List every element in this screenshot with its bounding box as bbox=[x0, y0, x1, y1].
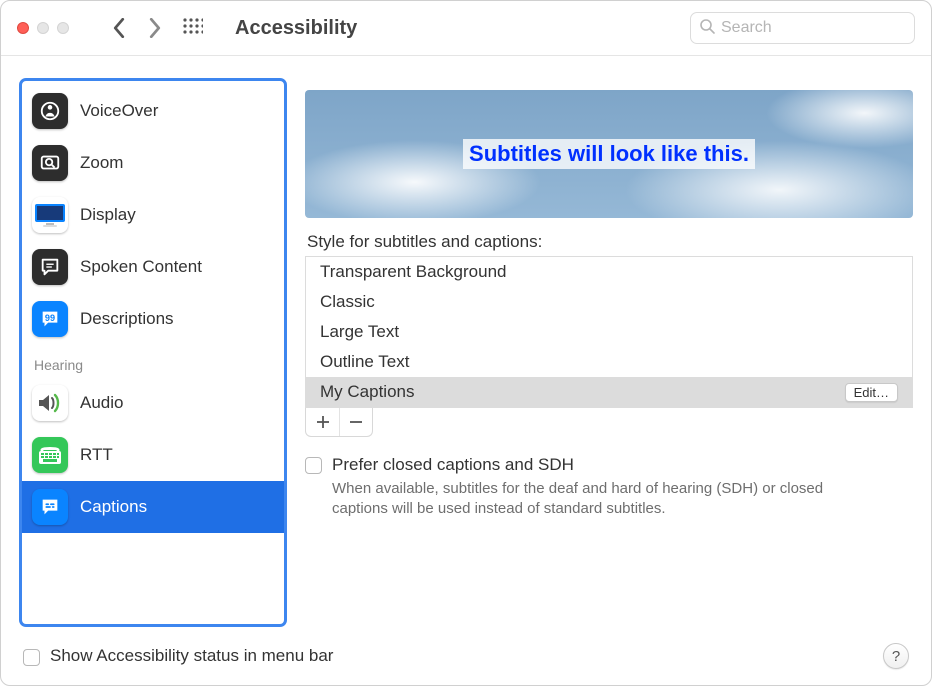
page-title: Accessibility bbox=[235, 17, 357, 40]
style-row[interactable]: Transparent Background bbox=[306, 257, 912, 287]
sidebar: VoiceOver Zoom Display Spoken Content 99… bbox=[19, 78, 287, 627]
show-status-label[interactable]: Show Accessibility status in menu bar bbox=[50, 646, 333, 666]
titlebar: Accessibility bbox=[1, 1, 931, 56]
window-controls bbox=[17, 22, 69, 34]
forward-button[interactable] bbox=[137, 14, 173, 42]
style-name: Large Text bbox=[320, 322, 399, 342]
style-row[interactable]: Outline Text bbox=[306, 347, 912, 377]
svg-text:99: 99 bbox=[45, 313, 55, 323]
sidebar-item-label: Audio bbox=[80, 393, 123, 413]
search-field[interactable] bbox=[690, 12, 915, 44]
remove-style-button[interactable] bbox=[339, 408, 372, 436]
style-row[interactable]: Large Text bbox=[306, 317, 912, 347]
style-list-label: Style for subtitles and captions: bbox=[307, 232, 913, 252]
style-row-selected[interactable]: My Captions Edit… bbox=[306, 377, 912, 407]
close-window-button[interactable] bbox=[17, 22, 29, 34]
sidebar-item-spoken-content[interactable]: Spoken Content bbox=[22, 241, 284, 293]
prefer-cc-description: When available, subtitles for the deaf a… bbox=[332, 479, 852, 520]
show-status-checkbox[interactable] bbox=[23, 649, 40, 666]
main-pane: Subtitles will look like this. Style for… bbox=[305, 78, 913, 627]
show-all-prefs-button[interactable] bbox=[177, 14, 209, 42]
minimize-window-button[interactable] bbox=[37, 22, 49, 34]
style-list-controls bbox=[305, 408, 373, 437]
add-style-button[interactable] bbox=[306, 408, 339, 436]
sidebar-item-zoom[interactable]: Zoom bbox=[22, 137, 284, 189]
subtitle-preview-text: Subtitles will look like this. bbox=[463, 139, 755, 169]
prefer-cc-row: Prefer closed captions and SDH When avai… bbox=[305, 455, 913, 520]
style-name: Transparent Background bbox=[320, 262, 506, 282]
sidebar-item-label: Spoken Content bbox=[80, 257, 202, 277]
sidebar-item-descriptions[interactable]: 99 Descriptions bbox=[22, 293, 284, 345]
search-icon bbox=[699, 18, 715, 39]
zoom-icon bbox=[32, 145, 68, 181]
captions-icon bbox=[32, 489, 68, 525]
speech-bubble-icon bbox=[32, 249, 68, 285]
search-input[interactable] bbox=[721, 19, 906, 37]
sidebar-item-label: Zoom bbox=[80, 153, 123, 173]
descriptions-icon: 99 bbox=[32, 301, 68, 337]
footer: Show Accessibility status in menu bar ? bbox=[1, 627, 931, 685]
sidebar-item-captions[interactable]: Captions bbox=[22, 481, 284, 533]
display-icon bbox=[32, 197, 68, 233]
style-name: Classic bbox=[320, 292, 375, 312]
speaker-icon bbox=[32, 385, 68, 421]
phone-keyboard-icon bbox=[32, 437, 68, 473]
style-row[interactable]: Classic bbox=[306, 287, 912, 317]
style-name: Outline Text bbox=[320, 352, 409, 372]
style-name: My Captions bbox=[320, 382, 414, 402]
style-list[interactable]: Transparent Background Classic Large Tex… bbox=[305, 256, 913, 408]
sidebar-item-label: VoiceOver bbox=[80, 101, 158, 121]
sidebar-item-voiceover[interactable]: VoiceOver bbox=[22, 85, 284, 137]
back-button[interactable] bbox=[101, 14, 137, 42]
sidebar-item-label: Descriptions bbox=[80, 309, 174, 329]
prefer-cc-label[interactable]: Prefer closed captions and SDH bbox=[332, 455, 852, 475]
zoom-window-button[interactable] bbox=[57, 22, 69, 34]
nav-buttons bbox=[101, 14, 209, 42]
sidebar-section-hearing: Hearing bbox=[22, 345, 284, 377]
question-icon: ? bbox=[892, 648, 900, 665]
help-button[interactable]: ? bbox=[883, 643, 909, 669]
voiceover-icon bbox=[32, 93, 68, 129]
sidebar-item-label: Display bbox=[80, 205, 136, 225]
prefer-cc-checkbox[interactable] bbox=[305, 457, 322, 474]
sidebar-item-label: RTT bbox=[80, 445, 113, 465]
subtitle-preview: Subtitles will look like this. bbox=[305, 90, 913, 218]
sidebar-item-rtt[interactable]: RTT bbox=[22, 429, 284, 481]
edit-style-button[interactable]: Edit… bbox=[845, 383, 898, 402]
sidebar-item-audio[interactable]: Audio bbox=[22, 377, 284, 429]
sidebar-item-display[interactable]: Display bbox=[22, 189, 284, 241]
sidebar-item-label: Captions bbox=[80, 497, 147, 517]
